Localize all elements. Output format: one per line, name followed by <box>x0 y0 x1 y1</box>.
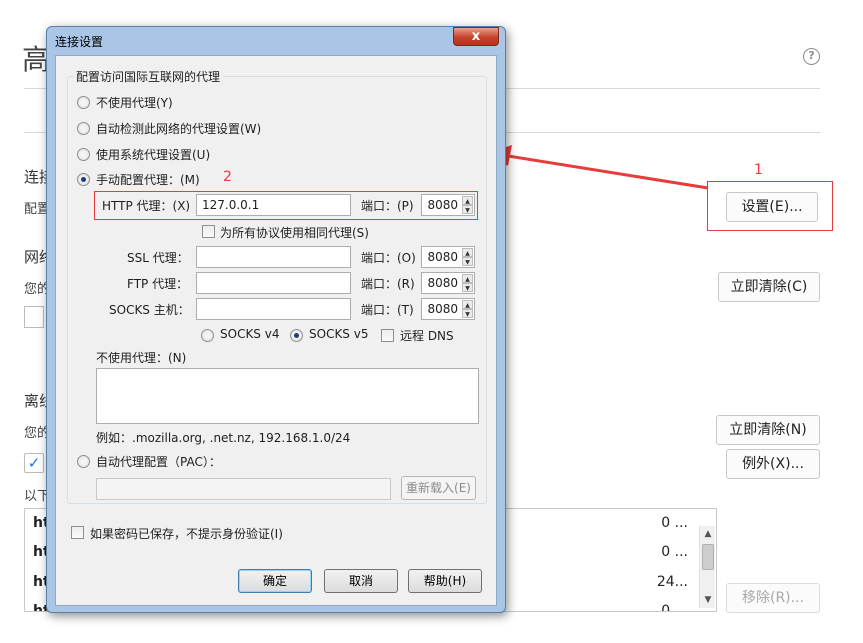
remove-button[interactable]: 移除(R)... <box>726 583 820 613</box>
dialog-title: 连接设置 <box>55 35 104 49</box>
ssl-port-input[interactable]: 8080 ▲ ▼ <box>421 246 475 268</box>
spin-down-icon[interactable]: ▼ <box>462 257 473 266</box>
no-proxy-label[interactable]: 不使用代理(Y) <box>96 94 173 111</box>
scrollbar-thumb[interactable] <box>702 544 714 570</box>
socks-host-input[interactable] <box>196 298 351 320</box>
http-port-input[interactable]: 8080 ▲ ▼ <box>421 194 475 216</box>
ftp-proxy-label: FTP 代理： <box>127 277 189 291</box>
cancel-button[interactable]: 取消 <box>324 569 398 593</box>
spin-up-icon[interactable]: ▲ <box>462 248 473 257</box>
help-icon[interactable]: ? <box>803 48 820 65</box>
remote-dns-checkbox[interactable] <box>381 329 394 342</box>
ssl-proxy-label: SSL 代理： <box>127 251 189 265</box>
remote-dns-label[interactable]: 远程 DNS <box>400 327 454 344</box>
ftp-port-value: 8080 <box>427 276 458 290</box>
close-icon[interactable]: x <box>453 27 499 46</box>
exceptions-button[interactable]: 例外(X)... <box>726 449 820 479</box>
scroll-down-arrow-icon[interactable]: ▼ <box>700 592 716 608</box>
list-item-size: 0 ... <box>661 544 688 560</box>
spin-up-icon[interactable]: ▲ <box>462 274 473 283</box>
no-proxy-example: 例如：.mozilla.org, .net.nz, 192.168.1.0/24 <box>96 431 351 445</box>
annotation-number-1: 1 <box>754 162 763 178</box>
no-auth-prompt-label[interactable]: 如果密码已保存，不提示身份验证(I) <box>90 525 283 542</box>
ssl-proxy-input[interactable] <box>196 246 351 268</box>
socks-v4-label[interactable]: SOCKS v4 <box>220 327 279 341</box>
socks-port-label: 端口：(T) <box>361 303 414 317</box>
help-button[interactable]: 帮助(H) <box>408 569 482 593</box>
list-item-size: 0 ... <box>661 515 688 531</box>
no-proxy-radio[interactable] <box>77 96 90 109</box>
socks-port-value: 8080 <box>427 302 458 316</box>
spin-down-icon[interactable]: ▼ <box>462 205 473 214</box>
auto-detect-radio[interactable] <box>77 122 90 135</box>
dialog-body: 配置访问国际互联网的代理 不使用代理(Y) 自动检测此网络的代理设置(W) 使用… <box>55 55 497 606</box>
ftp-proxy-input[interactable] <box>196 272 351 294</box>
offline-notify-checkbox[interactable]: ✓ <box>24 453 44 473</box>
manual-proxy-label[interactable]: 手动配置代理：(M) <box>96 171 200 188</box>
socks-port-input[interactable]: 8080 ▲ ▼ <box>421 298 475 320</box>
cache-size-input[interactable] <box>24 306 44 328</box>
pac-radio[interactable] <box>77 455 90 468</box>
system-proxy-radio[interactable] <box>77 148 90 161</box>
connection-settings-dialog: 连接设置 x 配置访问国际互联网的代理 不使用代理(Y) 自动检测此网络的代理设… <box>46 26 506 613</box>
list-item-size: 24... <box>656 574 688 590</box>
ssl-port-value: 8080 <box>427 250 458 264</box>
spin-up-icon[interactable]: ▲ <box>462 300 473 309</box>
spin-up-icon[interactable]: ▲ <box>462 196 473 205</box>
http-proxy-label: HTTP 代理：(X) <box>102 199 191 213</box>
spin-down-icon[interactable]: ▼ <box>462 309 473 318</box>
system-proxy-label[interactable]: 使用系统代理设置(U) <box>96 146 210 163</box>
pac-url-input[interactable] <box>96 478 391 500</box>
socks-host-label: SOCKS 主机： <box>109 303 190 317</box>
ftp-port-input[interactable]: 8080 ▲ ▼ <box>421 272 475 294</box>
clear-cache-button[interactable]: 立即清除(C) <box>718 272 820 302</box>
ssl-port-label: 端口：(O) <box>361 251 416 265</box>
list-scrollbar[interactable]: ▲ ▼ <box>699 526 715 608</box>
http-proxy-input[interactable]: 127.0.0.1 <box>196 194 351 216</box>
clear-offline-button[interactable]: 立即清除(N) <box>716 415 820 445</box>
proxy-group-title: 配置访问国际互联网的代理 <box>73 68 224 85</box>
socks-v5-label[interactable]: SOCKS v5 <box>309 327 368 341</box>
spin-down-icon[interactable]: ▼ <box>462 283 473 292</box>
list-item-size: 0 ... <box>661 603 688 612</box>
auto-detect-label[interactable]: 自动检测此网络的代理设置(W) <box>96 120 261 137</box>
pac-label[interactable]: 自动代理配置（PAC）： <box>96 453 221 470</box>
http-port-label: 端口：(P) <box>361 199 414 213</box>
manual-proxy-radio[interactable] <box>77 173 90 186</box>
scroll-up-arrow-icon[interactable]: ▲ <box>700 526 716 542</box>
annotation-arrow <box>488 145 709 190</box>
same-proxy-checkbox[interactable] <box>202 225 215 238</box>
ftp-port-label: 端口：(R) <box>361 277 415 291</box>
no-auth-prompt-checkbox[interactable] <box>71 526 84 539</box>
annotation-number-2: 2 <box>223 169 232 185</box>
socks-v5-radio[interactable] <box>290 329 303 342</box>
no-proxy-for-label: 不使用代理：(N) <box>96 351 187 365</box>
ok-button[interactable]: 确定 <box>238 569 312 593</box>
no-proxy-for-textarea[interactable] <box>96 368 479 424</box>
reload-button[interactable]: 重新载入(E) <box>401 476 476 500</box>
same-proxy-label[interactable]: 为所有协议使用相同代理(S) <box>220 224 369 241</box>
http-port-value: 8080 <box>427 198 458 212</box>
settings-button[interactable]: 设置(E)... <box>726 192 818 222</box>
socks-v4-radio[interactable] <box>201 329 214 342</box>
